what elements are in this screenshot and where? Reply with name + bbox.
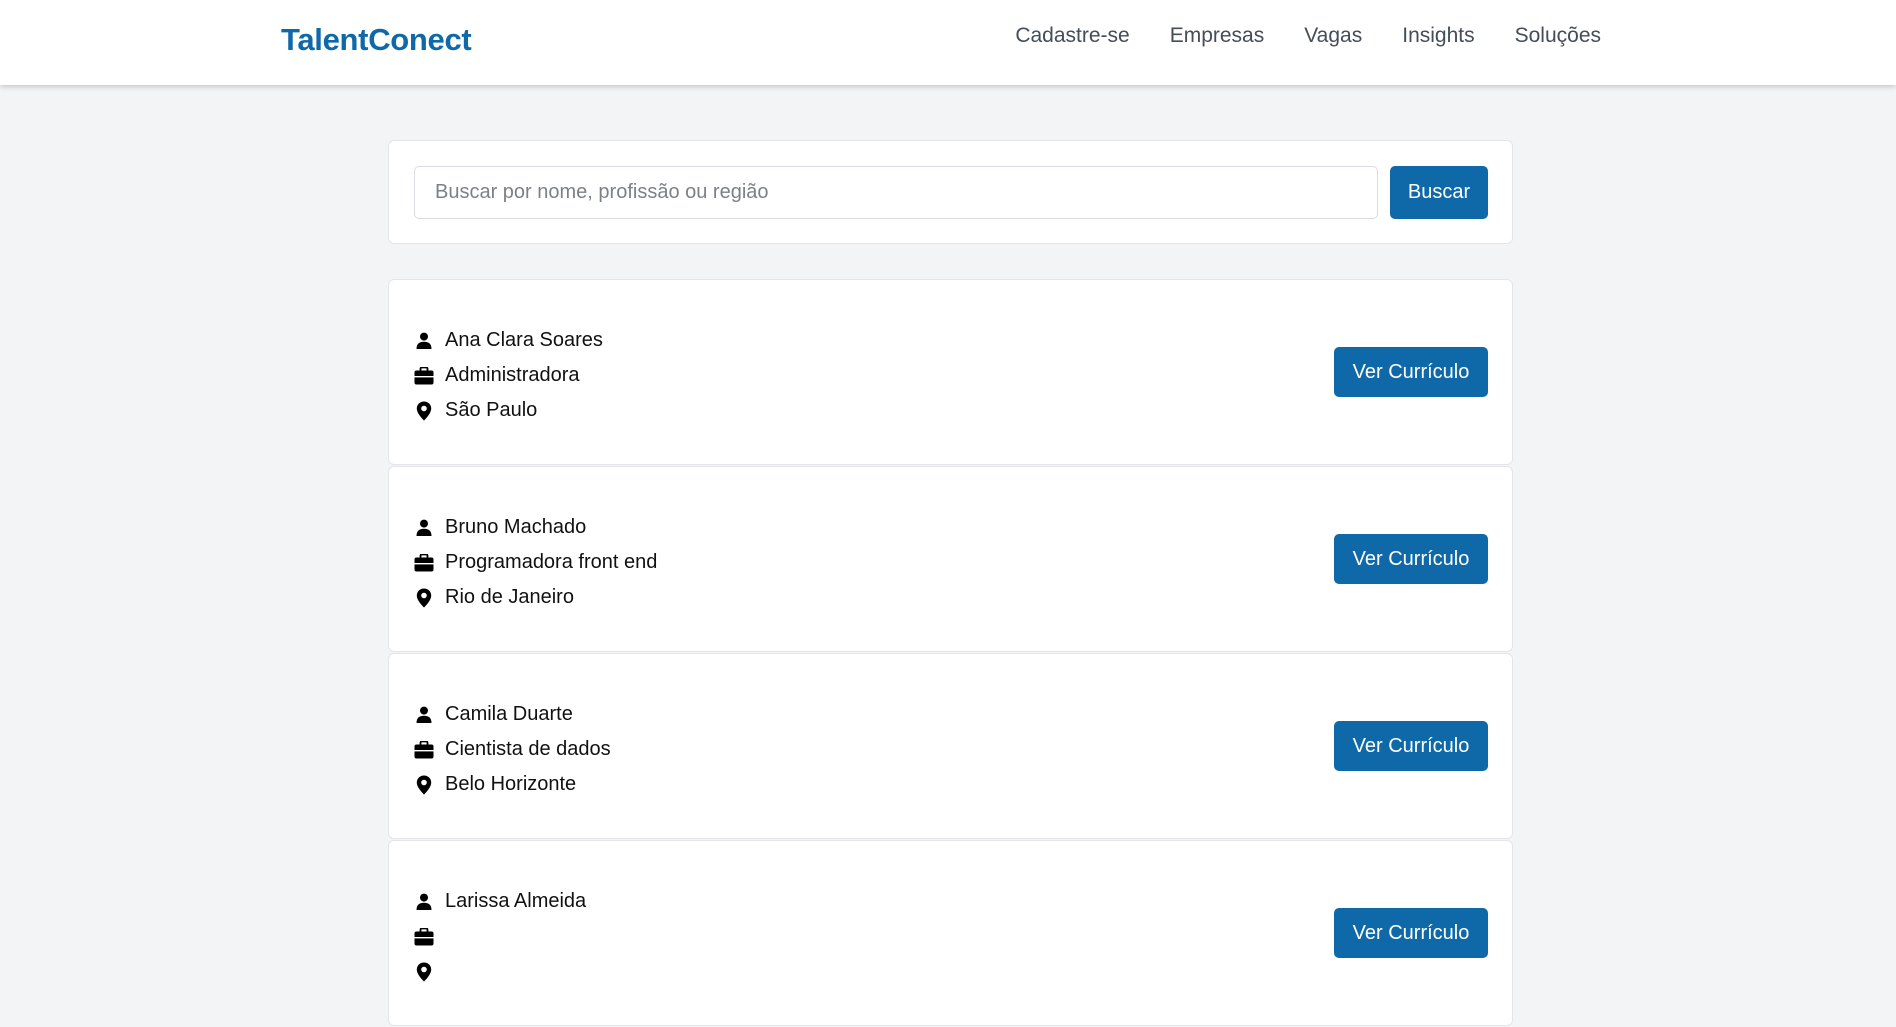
nav-link-cadastre-se[interactable]: Cadastre-se	[1015, 22, 1129, 50]
map-pin-icon	[414, 774, 434, 796]
view-resume-button[interactable]: Ver Currículo	[1334, 908, 1488, 958]
candidate-profession: Programadora front end	[445, 551, 658, 573]
candidate-info: Camila Duarte Cientista de dados Belo Ho…	[414, 697, 611, 802]
person-icon	[414, 517, 434, 539]
briefcase-icon	[414, 365, 434, 387]
nav-link-empresas[interactable]: Empresas	[1170, 22, 1265, 50]
candidate-profession-row: Cientista de dados	[414, 732, 611, 767]
map-pin-icon	[414, 961, 434, 983]
person-icon	[414, 891, 434, 913]
top-navbar: TalentConect Cadastre-se Empresas Vagas …	[0, 0, 1896, 85]
candidate-location: Rio de Janeiro	[445, 586, 574, 608]
candidate-card: Camila Duarte Cientista de dados Belo Ho…	[388, 653, 1513, 839]
candidate-name-row: Camila Duarte	[414, 697, 611, 732]
map-pin-icon	[414, 400, 434, 422]
candidate-card: Bruno Machado Programadora front end Rio…	[388, 466, 1513, 652]
briefcase-icon	[414, 926, 434, 948]
person-icon	[414, 330, 434, 352]
candidate-info: Larissa Almeida	[414, 884, 586, 989]
candidate-card: Ana Clara Soares Administradora São Paul…	[388, 279, 1513, 465]
map-pin-icon	[414, 587, 434, 609]
candidate-profession-row: Programadora front end	[414, 545, 657, 580]
candidate-card: Larissa Almeida Ver Currículo	[388, 840, 1513, 1026]
candidate-list: Ana Clara Soares Administradora São Paul…	[388, 279, 1513, 1027]
candidate-location-row: São Paulo	[414, 393, 603, 428]
nav-link-solucoes[interactable]: Soluções	[1515, 22, 1601, 50]
candidate-name-row: Bruno Machado	[414, 510, 657, 545]
search-button[interactable]: Buscar	[1390, 166, 1488, 219]
view-resume-button[interactable]: Ver Currículo	[1334, 534, 1488, 584]
candidate-location: São Paulo	[445, 399, 538, 421]
candidate-name: Bruno Machado	[445, 516, 587, 538]
briefcase-icon	[414, 739, 434, 761]
nav-link-vagas[interactable]: Vagas	[1304, 22, 1362, 50]
brand-logo[interactable]: TalentConect	[281, 22, 472, 58]
candidate-profession-row	[414, 919, 586, 954]
candidate-profession: Administradora	[445, 364, 580, 386]
candidate-profession-row: Administradora	[414, 358, 603, 393]
candidate-name-row: Larissa Almeida	[414, 884, 586, 919]
candidate-location-row: Rio de Janeiro	[414, 580, 657, 615]
candidate-location-row	[414, 954, 586, 989]
candidate-name: Ana Clara Soares	[445, 329, 603, 351]
candidate-name: Larissa Almeida	[445, 890, 587, 912]
briefcase-icon	[414, 552, 434, 574]
candidate-location: Belo Horizonte	[445, 773, 577, 795]
search-input[interactable]	[414, 166, 1378, 219]
candidate-location-row: Belo Horizonte	[414, 767, 611, 802]
person-icon	[414, 704, 434, 726]
nav-link-insights[interactable]: Insights	[1402, 22, 1474, 50]
candidate-name-row: Ana Clara Soares	[414, 323, 603, 358]
candidate-info: Ana Clara Soares Administradora São Paul…	[414, 323, 603, 428]
candidate-profession: Cientista de dados	[445, 738, 611, 760]
candidate-name: Camila Duarte	[445, 703, 573, 725]
candidate-info: Bruno Machado Programadora front end Rio…	[414, 510, 657, 615]
view-resume-button[interactable]: Ver Currículo	[1334, 721, 1488, 771]
search-panel: Buscar	[388, 140, 1513, 244]
view-resume-button[interactable]: Ver Currículo	[1334, 347, 1488, 397]
main-nav: Cadastre-se Empresas Vagas Insights Solu…	[1015, 22, 1601, 50]
